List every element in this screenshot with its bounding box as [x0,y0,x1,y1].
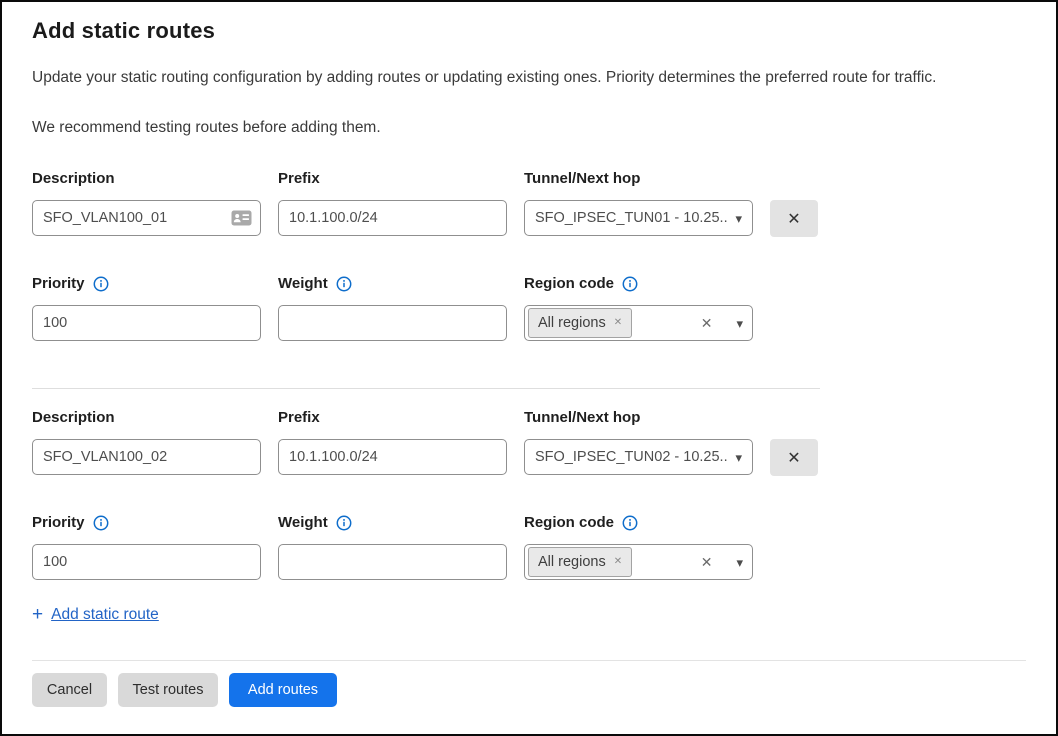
route-1-secondary-row: Priority Weight [32,275,1026,341]
info-icon[interactable] [336,276,352,292]
route-2-delete-button[interactable]: ✕ [770,439,818,476]
region-tag-label: All regions [538,554,606,570]
weight-label: Weight [278,514,328,532]
dialog-title: Add static routes [32,18,1026,44]
route-1-description-field: Description [32,170,261,236]
add-routes-button[interactable]: Add routes [229,673,337,707]
tag-remove-icon[interactable]: ✕ [614,318,622,328]
region-code-label: Region code [524,514,614,532]
route-2-region-field: Region code All regions ✕ ✕ ▾ [524,514,753,580]
route-2-prefix-input[interactable] [278,439,507,475]
prefix-label: Prefix [278,409,507,427]
plus-icon: + [32,605,43,624]
route-2-description-input[interactable] [32,439,261,475]
route-1-priority-field: Priority [32,275,261,341]
region-code-label: Region code [524,275,614,293]
prefix-label: Prefix [278,170,507,188]
test-routes-button[interactable]: Test routes [118,673,218,707]
route-2-tunnel-selected-value: SFO_IPSEC_TUN02 - 10.25... [535,449,727,465]
footer-buttons: Cancel Test routes Add routes [32,673,1026,707]
route-2-weight-input[interactable] [278,544,507,580]
route-1-tunnel-selected-value: SFO_IPSEC_TUN01 - 10.25... [535,210,727,226]
info-icon[interactable] [93,515,109,531]
clear-selection-icon[interactable]: ✕ [701,555,713,569]
chevron-down-icon: ▾ [735,451,742,464]
dialog-note-text: We recommend testing routes before addin… [32,118,1026,138]
route-1-delete-button[interactable]: ✕ [770,200,818,237]
route-1-prefix-field: Prefix [278,170,507,236]
route-2-priority-input[interactable] [32,544,261,580]
route-2-tunnel-select[interactable]: SFO_IPSEC_TUN02 - 10.25... ▾ [524,439,753,475]
add-static-route-row: + Add static route [32,605,1026,624]
route-2-priority-field: Priority [32,514,261,580]
description-label: Description [32,409,261,427]
tag-remove-icon[interactable]: ✕ [614,557,622,567]
route-1-region-field: Region code All regions ✕ ✕ ▾ [524,275,753,341]
route-1-prefix-input[interactable] [278,200,507,236]
close-icon: ✕ [787,209,800,229]
route-1-description-input-wrap [32,200,261,236]
route-1-tunnel-field: Tunnel/Next hop SFO_IPSEC_TUN01 - 10.25.… [524,170,753,236]
route-1-weight-input[interactable] [278,305,507,341]
route-1-priority-input[interactable] [32,305,261,341]
route-1-weight-field: Weight [278,275,507,341]
description-label: Description [32,170,261,188]
tunnel-next-hop-label: Tunnel/Next hop [524,409,753,427]
tunnel-next-hop-label: Tunnel/Next hop [524,170,753,188]
route-1-region-multiselect[interactable]: All regions ✕ ✕ ▾ [524,305,753,341]
info-icon[interactable] [622,276,638,292]
clear-selection-icon[interactable]: ✕ [701,316,713,330]
chevron-down-icon: ▾ [735,212,742,225]
route-divider [32,388,820,389]
route-2-secondary-row: Priority Weight [32,514,1026,580]
priority-label: Priority [32,514,85,532]
route-2-prefix-field: Prefix [278,409,507,475]
route-2-description-field: Description [32,409,261,475]
footer-divider [32,660,1026,661]
weight-label: Weight [278,275,328,293]
route-1-main-row: Description Prefix Tunnel/Next [32,170,1026,237]
contact-card-icon [231,210,252,226]
route-1-tunnel-select[interactable]: SFO_IPSEC_TUN01 - 10.25... ▾ [524,200,753,236]
info-icon[interactable] [336,515,352,531]
cancel-button[interactable]: Cancel [32,673,107,707]
route-2-tunnel-field: Tunnel/Next hop SFO_IPSEC_TUN02 - 10.25.… [524,409,753,475]
region-tag: All regions ✕ [528,308,632,338]
chevron-down-icon: ▾ [736,556,743,569]
close-icon: ✕ [787,448,800,468]
route-2-weight-field: Weight [278,514,507,580]
priority-label: Priority [32,275,85,293]
route-2-region-multiselect[interactable]: All regions ✕ ✕ ▾ [524,544,753,580]
add-static-routes-dialog: Add static routes Update your static rou… [2,18,1056,707]
route-1-description-input[interactable] [32,200,261,236]
region-tag-label: All regions [538,315,606,331]
info-icon[interactable] [93,276,109,292]
route-2-main-row: Description Prefix Tunnel/Next hop SFO_I… [32,409,1026,476]
info-icon[interactable] [622,515,638,531]
chevron-down-icon: ▾ [736,317,743,330]
region-tag: All regions ✕ [528,547,632,577]
dialog-intro-text: Update your static routing configuration… [32,68,1026,88]
add-static-route-link[interactable]: Add static route [51,606,159,624]
